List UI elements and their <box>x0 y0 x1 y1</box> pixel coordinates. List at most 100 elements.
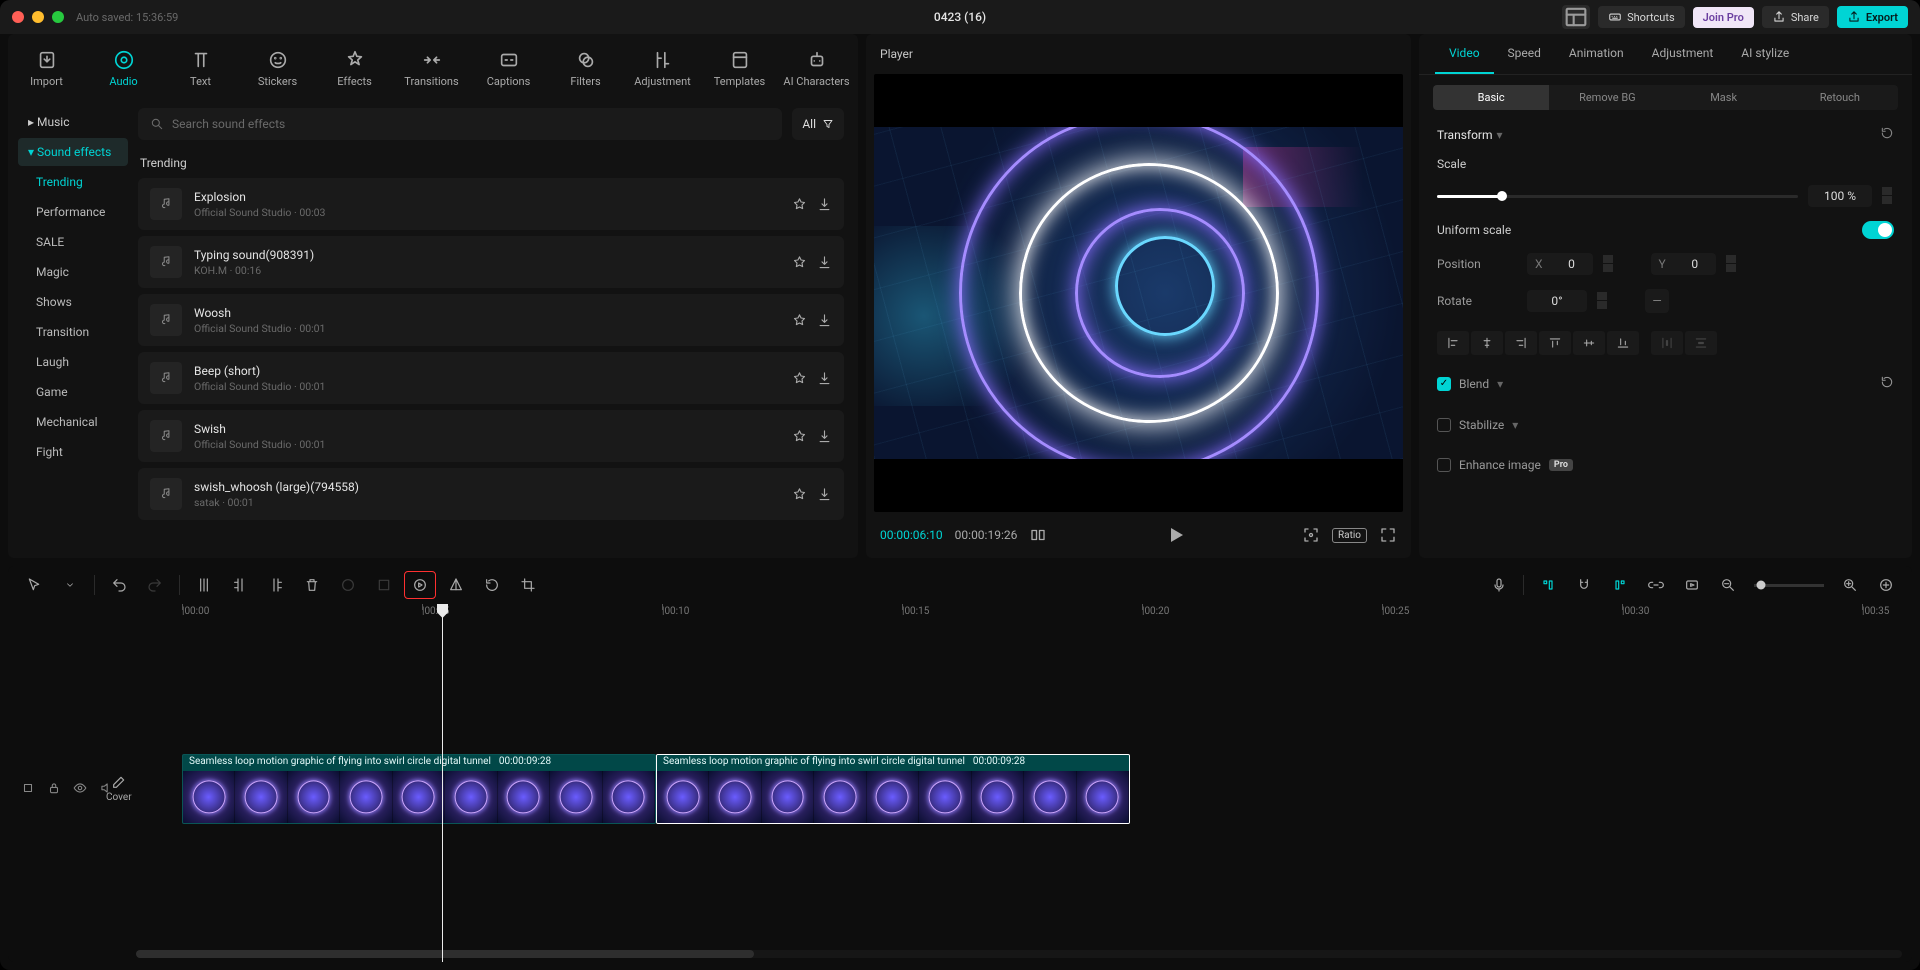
position-x-stepper[interactable] <box>1603 255 1615 273</box>
zoom-slider[interactable] <box>1754 584 1824 587</box>
crop-button[interactable] <box>512 571 544 599</box>
playhead[interactable] <box>442 604 443 962</box>
favorite-icon[interactable] <box>792 255 807 270</box>
tool-ai-characters[interactable]: AI Characters <box>778 34 855 102</box>
stabilize-checkbox[interactable] <box>1437 418 1451 432</box>
clip-2[interactable]: Seamless loop motion graphic of flying i… <box>656 754 1130 824</box>
focus-button[interactable] <box>1302 526 1320 544</box>
rotate-button[interactable] <box>476 571 508 599</box>
sidebar-sub-laugh[interactable]: Laugh <box>18 348 128 376</box>
position-y-stepper[interactable] <box>1726 255 1738 273</box>
download-icon[interactable] <box>817 197 832 212</box>
export-button[interactable]: Export <box>1837 6 1908 28</box>
reverse-button[interactable] <box>404 571 436 599</box>
delete-button[interactable] <box>296 571 328 599</box>
uniform-scale-toggle[interactable] <box>1862 221 1894 239</box>
tool-filters[interactable]: Filters <box>547 34 624 102</box>
align-center-h-button[interactable] <box>1471 331 1503 355</box>
sidebar-sub-transition[interactable]: Transition <box>18 318 128 346</box>
track-item[interactable]: Beep (short)Official Sound Studio · 00:0… <box>138 352 844 404</box>
track-settings-button[interactable] <box>20 780 36 796</box>
ratio-button[interactable]: Ratio <box>1332 528 1367 543</box>
align-top-button[interactable] <box>1539 331 1571 355</box>
reset-transform-button[interactable] <box>1880 126 1894 143</box>
favorite-icon[interactable] <box>792 429 807 444</box>
tab-adjustment[interactable]: Adjustment <box>1638 34 1728 74</box>
player-canvas[interactable] <box>874 74 1403 512</box>
download-icon[interactable] <box>817 313 832 328</box>
tab-video[interactable]: Video <box>1435 34 1494 74</box>
scale-slider[interactable] <box>1437 195 1798 198</box>
download-icon[interactable] <box>817 371 832 386</box>
zoom-fit-button[interactable] <box>1870 571 1902 599</box>
align-left-button[interactable] <box>1437 331 1469 355</box>
align-right-button[interactable] <box>1505 331 1537 355</box>
subtab-remove-bg[interactable]: Remove BG <box>1549 85 1665 110</box>
split-button[interactable] <box>188 571 220 599</box>
blend-checkbox[interactable]: ✓ <box>1437 377 1451 391</box>
join-pro-button[interactable]: Join Pro <box>1693 7 1754 28</box>
tool-adjustment[interactable]: Adjustment <box>624 34 701 102</box>
tool-stickers[interactable]: Stickers <box>239 34 316 102</box>
download-icon[interactable] <box>817 255 832 270</box>
download-icon[interactable] <box>817 487 832 502</box>
tool-effects[interactable]: Effects <box>316 34 393 102</box>
tab-animation[interactable]: Animation <box>1555 34 1638 74</box>
sidebar-sub-performance[interactable]: Performance <box>18 198 128 226</box>
mirror-button[interactable] <box>440 571 472 599</box>
layout-button[interactable] <box>1562 5 1590 29</box>
sidebar-sub-shows[interactable]: Shows <box>18 288 128 316</box>
play-button[interactable] <box>1163 523 1187 547</box>
transform-header[interactable]: Transform ▾ <box>1437 126 1894 143</box>
distribute-v-button[interactable] <box>1685 331 1717 355</box>
align-bottom-button[interactable] <box>1607 331 1639 355</box>
reset-blend-button[interactable] <box>1880 375 1894 392</box>
favorite-icon[interactable] <box>792 487 807 502</box>
maximize-window-icon[interactable] <box>52 11 64 23</box>
tool-import[interactable]: Import <box>8 34 85 102</box>
align-middle-button[interactable] <box>1573 331 1605 355</box>
position-x-input[interactable]: X0 <box>1527 253 1593 275</box>
selection-dropdown[interactable] <box>54 571 86 599</box>
search-input[interactable]: Search sound effects <box>138 108 782 140</box>
tool-audio[interactable]: Audio <box>85 34 162 102</box>
compare-button[interactable] <box>1029 526 1047 544</box>
link-button[interactable] <box>1640 571 1672 599</box>
preview-render-button[interactable] <box>1676 571 1708 599</box>
timeline-scrollbar[interactable] <box>136 950 1902 958</box>
scale-stepper[interactable] <box>1882 187 1894 205</box>
window-controls[interactable] <box>12 11 64 23</box>
sidebar-sub-game[interactable]: Game <box>18 378 128 406</box>
tool-captions[interactable]: Captions <box>470 34 547 102</box>
track-visibility-button[interactable] <box>72 780 88 796</box>
timeline-body[interactable]: Cover Seamless loop motion graphic of fl… <box>8 624 1912 962</box>
track-item[interactable]: SwishOfficial Sound Studio · 00:01 <box>138 410 844 462</box>
track-item[interactable]: swish_whoosh (large)(794558)satak · 00:0… <box>138 468 844 520</box>
undo-button[interactable] <box>103 571 135 599</box>
rotate-flip-button[interactable]: — <box>1645 289 1669 313</box>
scale-value[interactable]: 100 % <box>1808 185 1872 207</box>
split-left-button[interactable] <box>224 571 256 599</box>
enhance-section[interactable]: Enhance image Pro <box>1437 452 1894 478</box>
tab-ai-stylize[interactable]: AI stylize <box>1727 34 1803 74</box>
sidebar-sub-fight[interactable]: Fight <box>18 438 128 466</box>
zoom-out-button[interactable] <box>1712 571 1744 599</box>
rotate-input[interactable]: 0° <box>1527 290 1587 312</box>
fullscreen-button[interactable] <box>1379 526 1397 544</box>
mic-button[interactable] <box>1483 571 1515 599</box>
sidebar-sound-effects[interactable]: ▾ Sound effects <box>18 138 128 166</box>
sidebar-sub-mechanical[interactable]: Mechanical <box>18 408 128 436</box>
minimize-window-icon[interactable] <box>32 11 44 23</box>
position-y-input[interactable]: Y0 <box>1651 253 1716 275</box>
rotate-stepper[interactable] <box>1597 292 1609 310</box>
selection-tool-button[interactable] <box>18 571 50 599</box>
timeline-ruler[interactable]: |00:00|00:05|00:10|00:15|00:20|00:25|00:… <box>136 604 1912 624</box>
split-right-button[interactable] <box>260 571 292 599</box>
track-lock-button[interactable] <box>46 780 62 796</box>
cover-button[interactable]: Cover <box>106 774 132 803</box>
track-item[interactable]: WooshOfficial Sound Studio · 00:01 <box>138 294 844 346</box>
blend-section[interactable]: ✓ Blend ▾ <box>1437 369 1894 398</box>
download-icon[interactable] <box>817 429 832 444</box>
shortcuts-button[interactable]: Shortcuts <box>1598 6 1685 28</box>
sidebar-sub-sale[interactable]: SALE <box>18 228 128 256</box>
